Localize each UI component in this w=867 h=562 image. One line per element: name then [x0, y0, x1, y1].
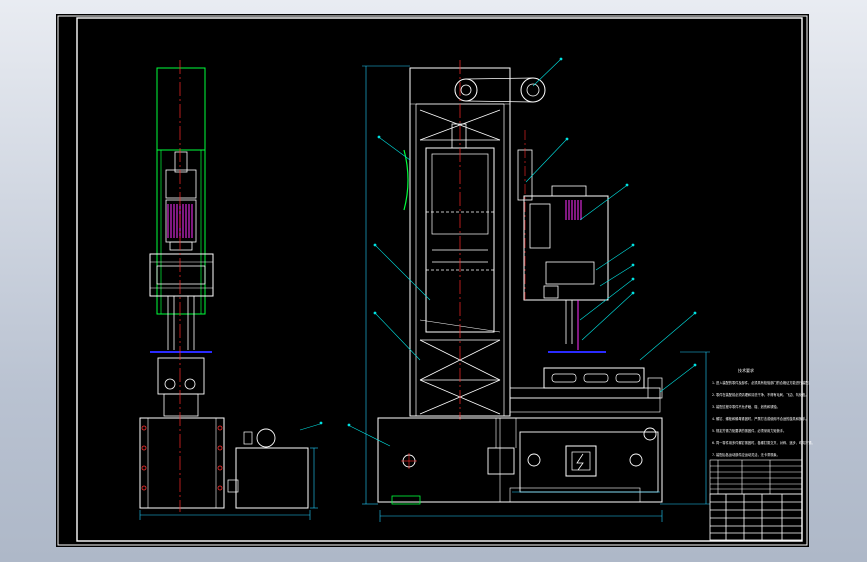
tech-note-6: 6. 同一零件用多件螺钉紧固时，各螺钉需交叉、对称、逐步、均匀拧紧。: [712, 440, 815, 445]
cad-viewport[interactable]: 技术要求 1. 进入装配的零件及部件，必须具有检验部门的合格证方能进行装配。 2…: [0, 0, 867, 562]
drawing-sheet: [56, 14, 809, 547]
tech-note-7: 7. 装配后各运动部件应运动灵活，无卡滞现象。: [712, 452, 780, 457]
tech-note-4: 4. 螺钉、螺栓和螺母紧固时，严禁打击或使用不合适的旋具和扳手。: [712, 416, 809, 421]
tech-note-5: 5. 规定拧紧力矩要求的紧固件，必须采用力矩扳手。: [712, 428, 786, 433]
tech-note-3: 3. 装配过程中零件不允许磕、碰、划伤和锈蚀。: [712, 404, 780, 409]
tech-notes-title: 技术要求: [738, 367, 754, 373]
tech-note-1: 1. 进入装配的零件及部件，必须具有检验部门的合格证方能进行装配。: [712, 380, 812, 385]
assembly-drawing: 技术要求 1. 进入装配的零件及部件，必须具有检验部门的合格证方能进行装配。 2…: [56, 14, 815, 547]
tech-note-2: 2. 零件在装配前必须清理和清洗干净，不得有毛刺、飞边、氧化皮。: [712, 392, 809, 397]
